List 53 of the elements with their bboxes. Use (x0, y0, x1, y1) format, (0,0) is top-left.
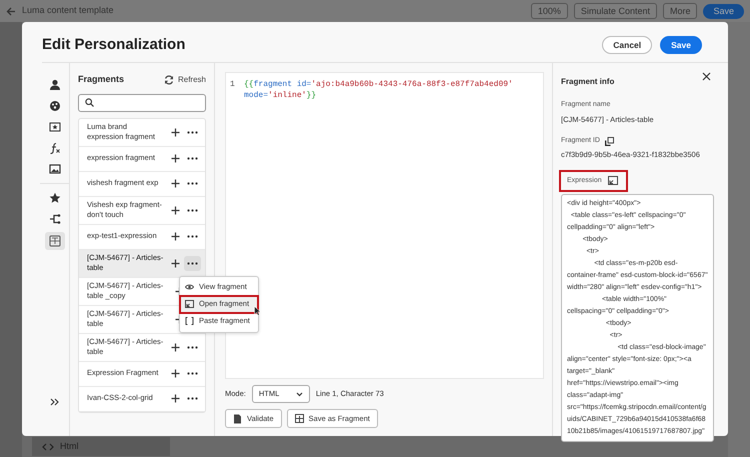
ellipsis-icon (186, 262, 198, 264)
double-chevron-icon (50, 398, 59, 406)
search-field[interactable] (78, 94, 206, 112)
function-icon (48, 142, 60, 154)
code-line: {{fragment id='ajo:b4a9b60b-4343-476a-88f3-e87f7ab4ed09' mode='inline'}} (244, 79, 514, 101)
plus-icon (170, 154, 180, 163)
plus-icon (170, 179, 180, 188)
braces-icon (185, 317, 194, 325)
ellipsis-icon (186, 182, 198, 185)
fragment-icon (48, 235, 60, 247)
close-button[interactable] (702, 72, 712, 82)
page-title: Luma content template (22, 4, 114, 18)
fragment-icon (294, 414, 304, 424)
code-icon (42, 442, 54, 450)
person-icon (48, 79, 60, 91)
cancel-button[interactable]: Cancel (602, 36, 652, 54)
save-button[interactable]: Save (703, 4, 744, 18)
close-icon (702, 72, 711, 81)
ellipsis-icon (186, 397, 198, 400)
dialog-title: Edit Personalization (42, 36, 186, 54)
rail-button[interactable] (44, 232, 64, 250)
ellipsis-icon (186, 208, 198, 212)
ellipsis-icon (186, 235, 198, 238)
starred-box-icon (48, 121, 60, 133)
ellipsis-icon (186, 346, 198, 348)
plus-icon (170, 342, 180, 352)
eye-icon (185, 283, 194, 291)
save-button[interactable]: Save (660, 36, 702, 54)
panel-title: Fragment info (561, 76, 614, 88)
plus-icon (170, 128, 180, 136)
plus-icon (170, 369, 180, 378)
plus-icon (170, 394, 180, 403)
back-arrow-icon[interactable] (6, 6, 16, 16)
star-icon (48, 192, 60, 204)
open-in-icon (185, 300, 194, 308)
palette-icon (48, 100, 60, 112)
ellipsis-icon (186, 372, 198, 375)
panel-title: Fragments (78, 73, 124, 86)
branch-icon (48, 213, 60, 225)
refresh-icon (164, 74, 174, 85)
open-in-icon[interactable] (608, 176, 618, 186)
search-icon (85, 98, 94, 107)
ellipsis-icon (186, 157, 198, 160)
plus-icon (170, 206, 180, 214)
image-icon (48, 163, 60, 175)
ellipsis-icon (186, 130, 198, 134)
copy-icon (604, 136, 614, 146)
more-button[interactable] (184, 256, 201, 270)
document-icon (233, 414, 242, 424)
plus-icon (170, 232, 180, 241)
refresh-button[interactable]: Refresh (164, 74, 206, 86)
plus-icon (170, 258, 180, 268)
caret-icon (296, 392, 303, 396)
